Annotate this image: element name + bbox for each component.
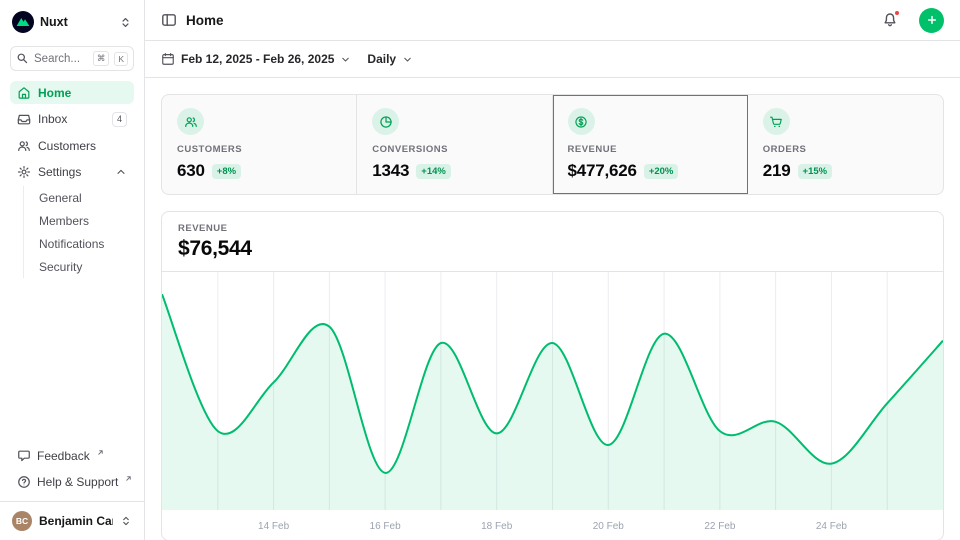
dollar-circle-icon — [568, 108, 595, 135]
chevron-up-icon — [115, 166, 127, 178]
stat-value: 1343 — [372, 161, 409, 181]
calendar-icon — [161, 52, 175, 66]
sidebar-nav: Home Inbox 4 Customers Settings — [10, 81, 134, 280]
footer-link-label: Feedback — [37, 449, 90, 463]
svg-text:20 Feb: 20 Feb — [593, 521, 625, 532]
footer-link-label: Help & Support — [37, 475, 118, 489]
stat-change-badge: +14% — [416, 164, 451, 179]
granularity-label: Daily — [367, 52, 396, 66]
chevrons-up-down-icon — [120, 515, 132, 527]
svg-text:16 Feb: 16 Feb — [370, 521, 402, 532]
chevron-down-icon — [402, 54, 413, 65]
sidebar-item-label: Home — [38, 86, 127, 100]
stat-label: ORDERS — [763, 144, 928, 155]
home-icon — [17, 86, 31, 100]
sidebar-toggle-icon[interactable] — [161, 12, 177, 28]
sidebar: Nuxt Search... ⌘ K Home — [0, 0, 145, 540]
svg-text:22 Feb: 22 Feb — [704, 521, 736, 532]
topbar: Home — [145, 0, 960, 41]
notifications-button[interactable] — [882, 12, 898, 28]
chart-title: REVENUE — [178, 223, 927, 234]
revenue-chart-card: REVENUE $76,544 14 Feb 16 Feb 18 Feb 20 Feb… — [161, 211, 944, 540]
users-icon — [17, 139, 31, 153]
user-menu[interactable]: BC Benjamin Canac — [0, 501, 144, 540]
svg-text:24 Feb: 24 Feb — [816, 521, 848, 532]
avatar: BC — [12, 511, 32, 531]
stat-value: 219 — [763, 161, 791, 181]
inbox-count-badge: 4 — [112, 112, 127, 127]
stat-card-orders[interactable]: ORDERS 219 +15% — [748, 95, 943, 194]
filters-toolbar: Feb 12, 2025 - Feb 26, 2025 Daily — [145, 41, 960, 78]
sidebar-subitem-security[interactable]: Security — [24, 255, 134, 278]
add-button[interactable] — [919, 8, 944, 33]
sidebar-item-customers[interactable]: Customers — [10, 134, 134, 157]
sidebar-item-label: Inbox — [38, 112, 105, 126]
users-icon — [177, 108, 204, 135]
nuxt-logo — [12, 11, 34, 33]
stat-value: $477,626 — [568, 161, 637, 181]
stat-label: CUSTOMERS — [177, 144, 341, 155]
stat-card-conversions[interactable]: CONVERSIONS 1343 +14% — [357, 95, 552, 194]
sidebar-item-label: Settings — [38, 165, 108, 179]
inbox-icon — [17, 112, 31, 126]
revenue-area-chart[interactable]: 14 Feb 16 Feb 18 Feb 20 Feb 22 Feb 24 Feb — [162, 272, 943, 540]
stat-card-revenue[interactable]: REVENUE $477,626 +20% — [553, 95, 748, 194]
search-input[interactable]: Search... ⌘ K — [10, 46, 134, 71]
kbd-k: K — [114, 52, 128, 66]
notification-dot — [894, 10, 900, 16]
sidebar-item-settings[interactable]: Settings — [10, 160, 134, 183]
search-icon — [16, 52, 29, 65]
sidebar-subitem-members[interactable]: Members — [24, 209, 134, 232]
main-panel: Home Feb 12, 2025 - Feb 26, 2025 — [145, 0, 960, 540]
message-icon — [17, 449, 31, 463]
stat-change-badge: +20% — [644, 164, 679, 179]
sidebar-item-help-support[interactable]: Help & Support — [10, 470, 134, 493]
settings-subnav: General Members Notifications Security — [23, 186, 134, 278]
stat-label: CONVERSIONS — [372, 144, 536, 155]
external-link-icon — [97, 449, 104, 456]
sidebar-spacer — [10, 280, 134, 444]
external-link-icon — [125, 475, 132, 482]
stats-grid: CUSTOMERS 630 +8% CONVERSIONS 1343 +14% — [161, 94, 944, 195]
user-name: Benjamin Canac — [39, 514, 113, 528]
gear-icon — [17, 165, 31, 179]
stat-change-badge: +8% — [212, 164, 241, 179]
stat-change-badge: +15% — [798, 164, 833, 179]
sidebar-item-label: Customers — [38, 139, 127, 153]
plus-icon — [925, 13, 939, 27]
granularity-select[interactable]: Daily — [367, 52, 413, 66]
kbd-cmd: ⌘ — [93, 51, 110, 66]
stat-card-customers[interactable]: CUSTOMERS 630 +8% — [162, 95, 357, 194]
sidebar-item-home[interactable]: Home — [10, 81, 134, 104]
workspace-name: Nuxt — [40, 15, 113, 29]
chart-header: REVENUE $76,544 — [162, 212, 943, 272]
help-icon — [17, 475, 31, 489]
svg-text:14 Feb: 14 Feb — [258, 521, 290, 532]
app: Nuxt Search... ⌘ K Home — [0, 0, 960, 540]
sidebar-subitem-general[interactable]: General — [24, 186, 134, 209]
cart-icon — [763, 108, 790, 135]
chevron-down-icon — [340, 54, 351, 65]
date-range-label: Feb 12, 2025 - Feb 26, 2025 — [181, 52, 334, 66]
stat-value: 630 — [177, 161, 205, 181]
workspace-switcher[interactable]: Nuxt — [10, 8, 134, 36]
chart-total-value: $76,544 — [178, 237, 927, 261]
date-range-picker[interactable]: Feb 12, 2025 - Feb 26, 2025 — [161, 52, 351, 66]
sidebar-subitem-notifications[interactable]: Notifications — [24, 232, 134, 255]
page-content: CUSTOMERS 630 +8% CONVERSIONS 1343 +14% — [145, 78, 960, 540]
stat-label: REVENUE — [568, 144, 732, 155]
sidebar-item-inbox[interactable]: Inbox 4 — [10, 107, 134, 131]
svg-text:18 Feb: 18 Feb — [481, 521, 513, 532]
sidebar-item-feedback[interactable]: Feedback — [10, 444, 134, 467]
chevrons-up-down-icon — [119, 16, 132, 29]
pie-chart-icon — [372, 108, 399, 135]
page-title: Home — [186, 13, 224, 28]
search-placeholder: Search... — [34, 53, 88, 65]
